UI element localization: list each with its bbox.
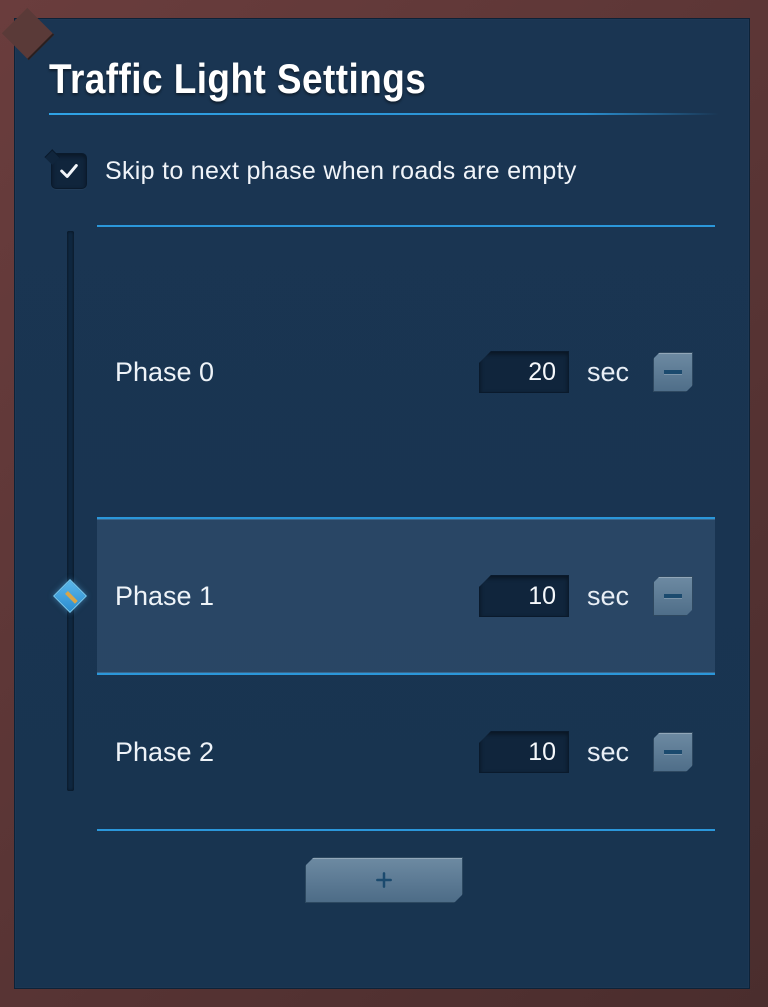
add-phase-button[interactable]: [305, 857, 463, 903]
remove-phase-button[interactable]: [653, 352, 693, 392]
phase-divider: [97, 829, 715, 831]
add-phase-row: [49, 857, 719, 903]
remove-phase-button[interactable]: [653, 576, 693, 616]
phase-duration-input[interactable]: [479, 575, 569, 617]
phase-label: Phase 1: [115, 581, 479, 612]
skip-phase-label: Skip to next phase when roads are empty: [105, 157, 577, 186]
phase-timeline: [67, 231, 74, 791]
unit-label: sec: [587, 581, 635, 612]
check-icon: [58, 160, 80, 182]
plus-icon: [374, 870, 394, 890]
phase-duration-input[interactable]: [479, 731, 569, 773]
minus-icon: [664, 594, 682, 598]
phase-duration-input[interactable]: [479, 351, 569, 393]
skip-phase-option: Skip to next phase when roads are empty: [51, 153, 719, 189]
phase-list: Phase 0 sec Phase 1 sec Phase 2 sec: [73, 225, 715, 831]
phase-label: Phase 0: [115, 357, 479, 388]
traffic-light-settings-panel: Traffic Light Settings Skip to next phas…: [14, 18, 750, 989]
phase-row[interactable]: Phase 0 sec: [97, 227, 715, 517]
title-underline: [49, 113, 719, 115]
phases-container: Phase 0 sec Phase 1 sec Phase 2 sec: [73, 225, 715, 831]
timeline-tick: [65, 591, 78, 604]
remove-phase-button[interactable]: [653, 732, 693, 772]
minus-icon: [664, 750, 682, 754]
phase-label: Phase 2: [115, 737, 479, 768]
phase-row[interactable]: Phase 2 sec: [97, 675, 715, 829]
unit-label: sec: [587, 737, 635, 768]
phase-controls: sec: [479, 731, 693, 773]
phase-controls: sec: [479, 575, 693, 617]
skip-phase-checkbox[interactable]: [51, 153, 87, 189]
minus-icon: [664, 370, 682, 374]
unit-label: sec: [587, 357, 635, 388]
phase-row[interactable]: Phase 1 sec: [97, 519, 715, 673]
panel-title: Traffic Light Settings: [49, 55, 639, 103]
phase-controls: sec: [479, 351, 693, 393]
